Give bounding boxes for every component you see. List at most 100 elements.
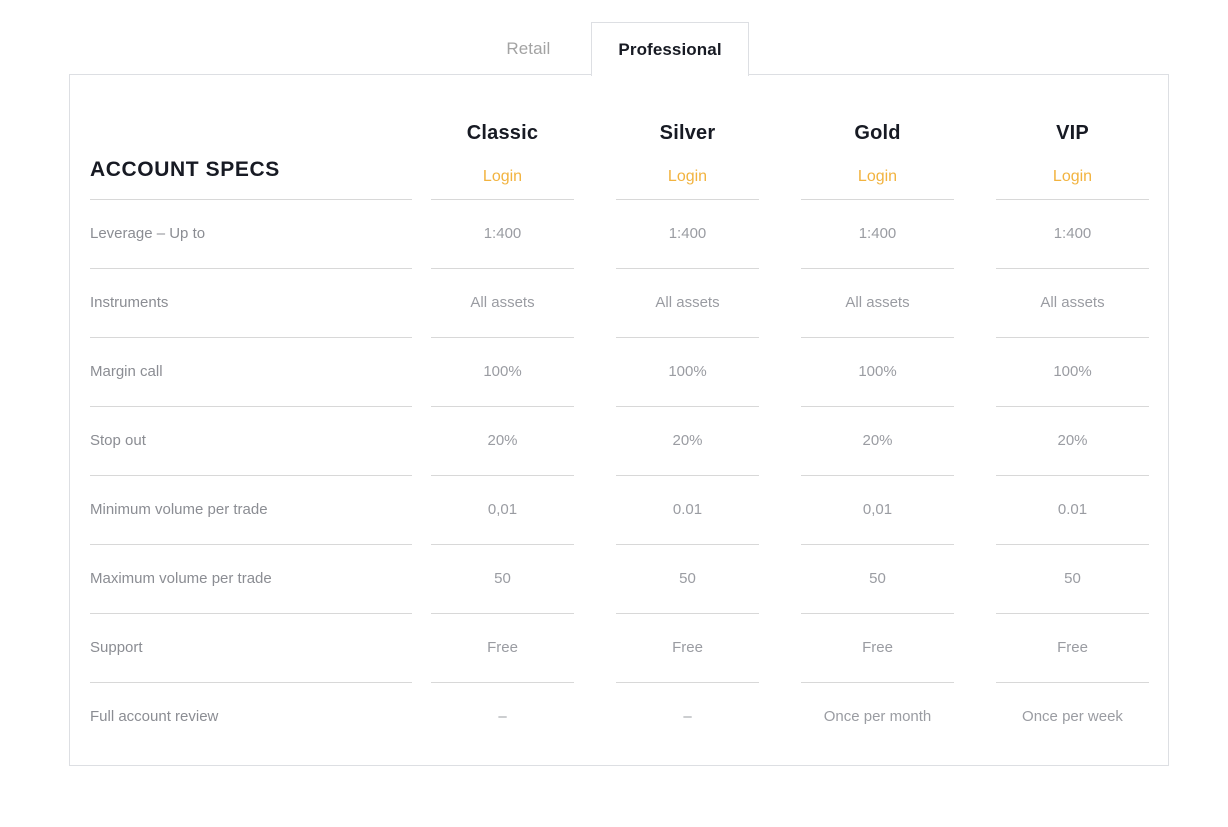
row-label: Leverage – Up to <box>90 225 206 242</box>
divider-segment <box>90 199 412 200</box>
row-value-cell: 0,01 <box>410 501 595 519</box>
row-value: 0.01 <box>672 501 703 518</box>
row-value-cell: 20% <box>780 432 975 450</box>
row-value: 20% <box>487 432 518 449</box>
divider-segment <box>780 544 975 545</box>
divider-line <box>431 682 574 683</box>
divider-segment <box>90 682 412 683</box>
row-value-cell: 100% <box>975 363 1170 381</box>
row-value: 1:400 <box>1053 225 1092 242</box>
divider-line <box>801 682 954 683</box>
row-label: Maximum volume per trade <box>90 570 272 587</box>
divider-line <box>431 337 574 338</box>
row-value-cell: All assets <box>780 294 975 312</box>
row-value: All assets <box>470 294 535 311</box>
divider-line <box>996 337 1149 338</box>
row-value-cell: Free <box>780 639 975 657</box>
tab-professional[interactable]: Professional <box>591 22 749 76</box>
login-link-silver[interactable]: Login <box>668 169 707 185</box>
divider-line <box>616 406 759 407</box>
row-value: 50 <box>869 570 886 587</box>
divider-segment <box>410 337 595 338</box>
divider-segment <box>780 406 975 407</box>
row-value-cell: 1:400 <box>975 225 1170 243</box>
row-value-cell: All assets <box>595 294 780 312</box>
row-label-cell: Maximum volume per trade <box>90 570 410 588</box>
account-specs-panel: ACCOUNT SPECS Classic Login Silver Login <box>69 74 1169 766</box>
row-divider <box>90 199 1150 200</box>
divider-line <box>996 544 1149 545</box>
row-value-cell: Free <box>595 639 780 657</box>
divider-line <box>616 199 759 200</box>
row-label-cell: Minimum volume per trade <box>90 501 410 519</box>
table-row: Full account review – – Once per month Once … <box>90 683 1150 751</box>
table-header-row: ACCOUNT SPECS Classic Login Silver Login <box>90 75 1150 199</box>
divider-line <box>801 337 954 338</box>
divider-segment <box>90 544 412 545</box>
divider-segment <box>90 613 412 614</box>
divider-line <box>801 613 954 614</box>
column-header-classic: Classic Login <box>410 123 595 199</box>
divider-line <box>616 613 759 614</box>
divider-line <box>801 406 954 407</box>
divider-segment <box>410 199 595 200</box>
row-value-cell: 50 <box>410 570 595 588</box>
login-link-classic[interactable]: Login <box>483 169 522 185</box>
page-title: ACCOUNT SPECS <box>90 158 280 181</box>
divider-line <box>431 613 574 614</box>
divider-segment <box>975 337 1170 338</box>
row-value: Free <box>672 639 703 656</box>
divider-segment <box>780 199 975 200</box>
row-value-cell: 20% <box>595 432 780 450</box>
account-type-tabs: Retail Professional <box>0 0 1228 76</box>
row-value-cell: 20% <box>975 432 1170 450</box>
divider-segment <box>780 682 975 683</box>
row-divider <box>90 475 1150 476</box>
row-value-cell: – <box>595 708 780 726</box>
row-value-cell: 100% <box>780 363 975 381</box>
divider-segment <box>410 475 595 476</box>
tab-retail[interactable]: Retail <box>479 21 577 75</box>
login-link-vip[interactable]: Login <box>1053 169 1092 185</box>
divider-segment <box>780 475 975 476</box>
divider-segment <box>780 613 975 614</box>
row-value-cell: 20% <box>410 432 595 450</box>
row-value: All assets <box>655 294 720 311</box>
row-label: Full account review <box>90 708 219 725</box>
account-specs-table: ACCOUNT SPECS Classic Login Silver Login <box>90 75 1150 765</box>
divider-line <box>616 544 759 545</box>
divider-line <box>431 544 574 545</box>
login-link-gold[interactable]: Login <box>858 169 897 185</box>
row-value: 1:400 <box>858 225 897 242</box>
table-row: Maximum volume per trade 50 50 50 50 <box>90 545 1150 613</box>
row-value: 20% <box>862 432 893 449</box>
row-value-cell: 50 <box>595 570 780 588</box>
divider-segment <box>595 613 780 614</box>
tab-professional-label: Professional <box>618 39 722 59</box>
divider-line <box>801 199 954 200</box>
row-divider <box>90 613 1150 614</box>
row-value-cell: 1:400 <box>780 225 975 243</box>
column-header-gold: Gold Login <box>780 123 975 199</box>
row-value: 50 <box>679 570 696 587</box>
row-value: 50 <box>494 570 511 587</box>
row-value: 100% <box>668 363 707 380</box>
table-row: Stop out 20% 20% 20% 20% <box>90 407 1150 475</box>
divider-segment <box>595 475 780 476</box>
row-divider <box>90 544 1150 545</box>
row-value: 50 <box>1064 570 1081 587</box>
row-value: 0,01 <box>487 501 518 518</box>
divider-segment <box>410 268 595 269</box>
row-value: – <box>498 708 507 725</box>
row-label-cell: Full account review <box>90 708 410 726</box>
divider-line <box>90 406 412 407</box>
row-value: All assets <box>1040 294 1105 311</box>
row-value: 0.01 <box>1057 501 1088 518</box>
divider-line <box>801 544 954 545</box>
row-value: 0,01 <box>862 501 893 518</box>
table-row: Instruments All assets All assets All asset… <box>90 269 1150 337</box>
divider-line <box>996 682 1149 683</box>
row-value: Free <box>1057 639 1088 656</box>
divider-segment <box>90 268 412 269</box>
row-value: 20% <box>672 432 703 449</box>
